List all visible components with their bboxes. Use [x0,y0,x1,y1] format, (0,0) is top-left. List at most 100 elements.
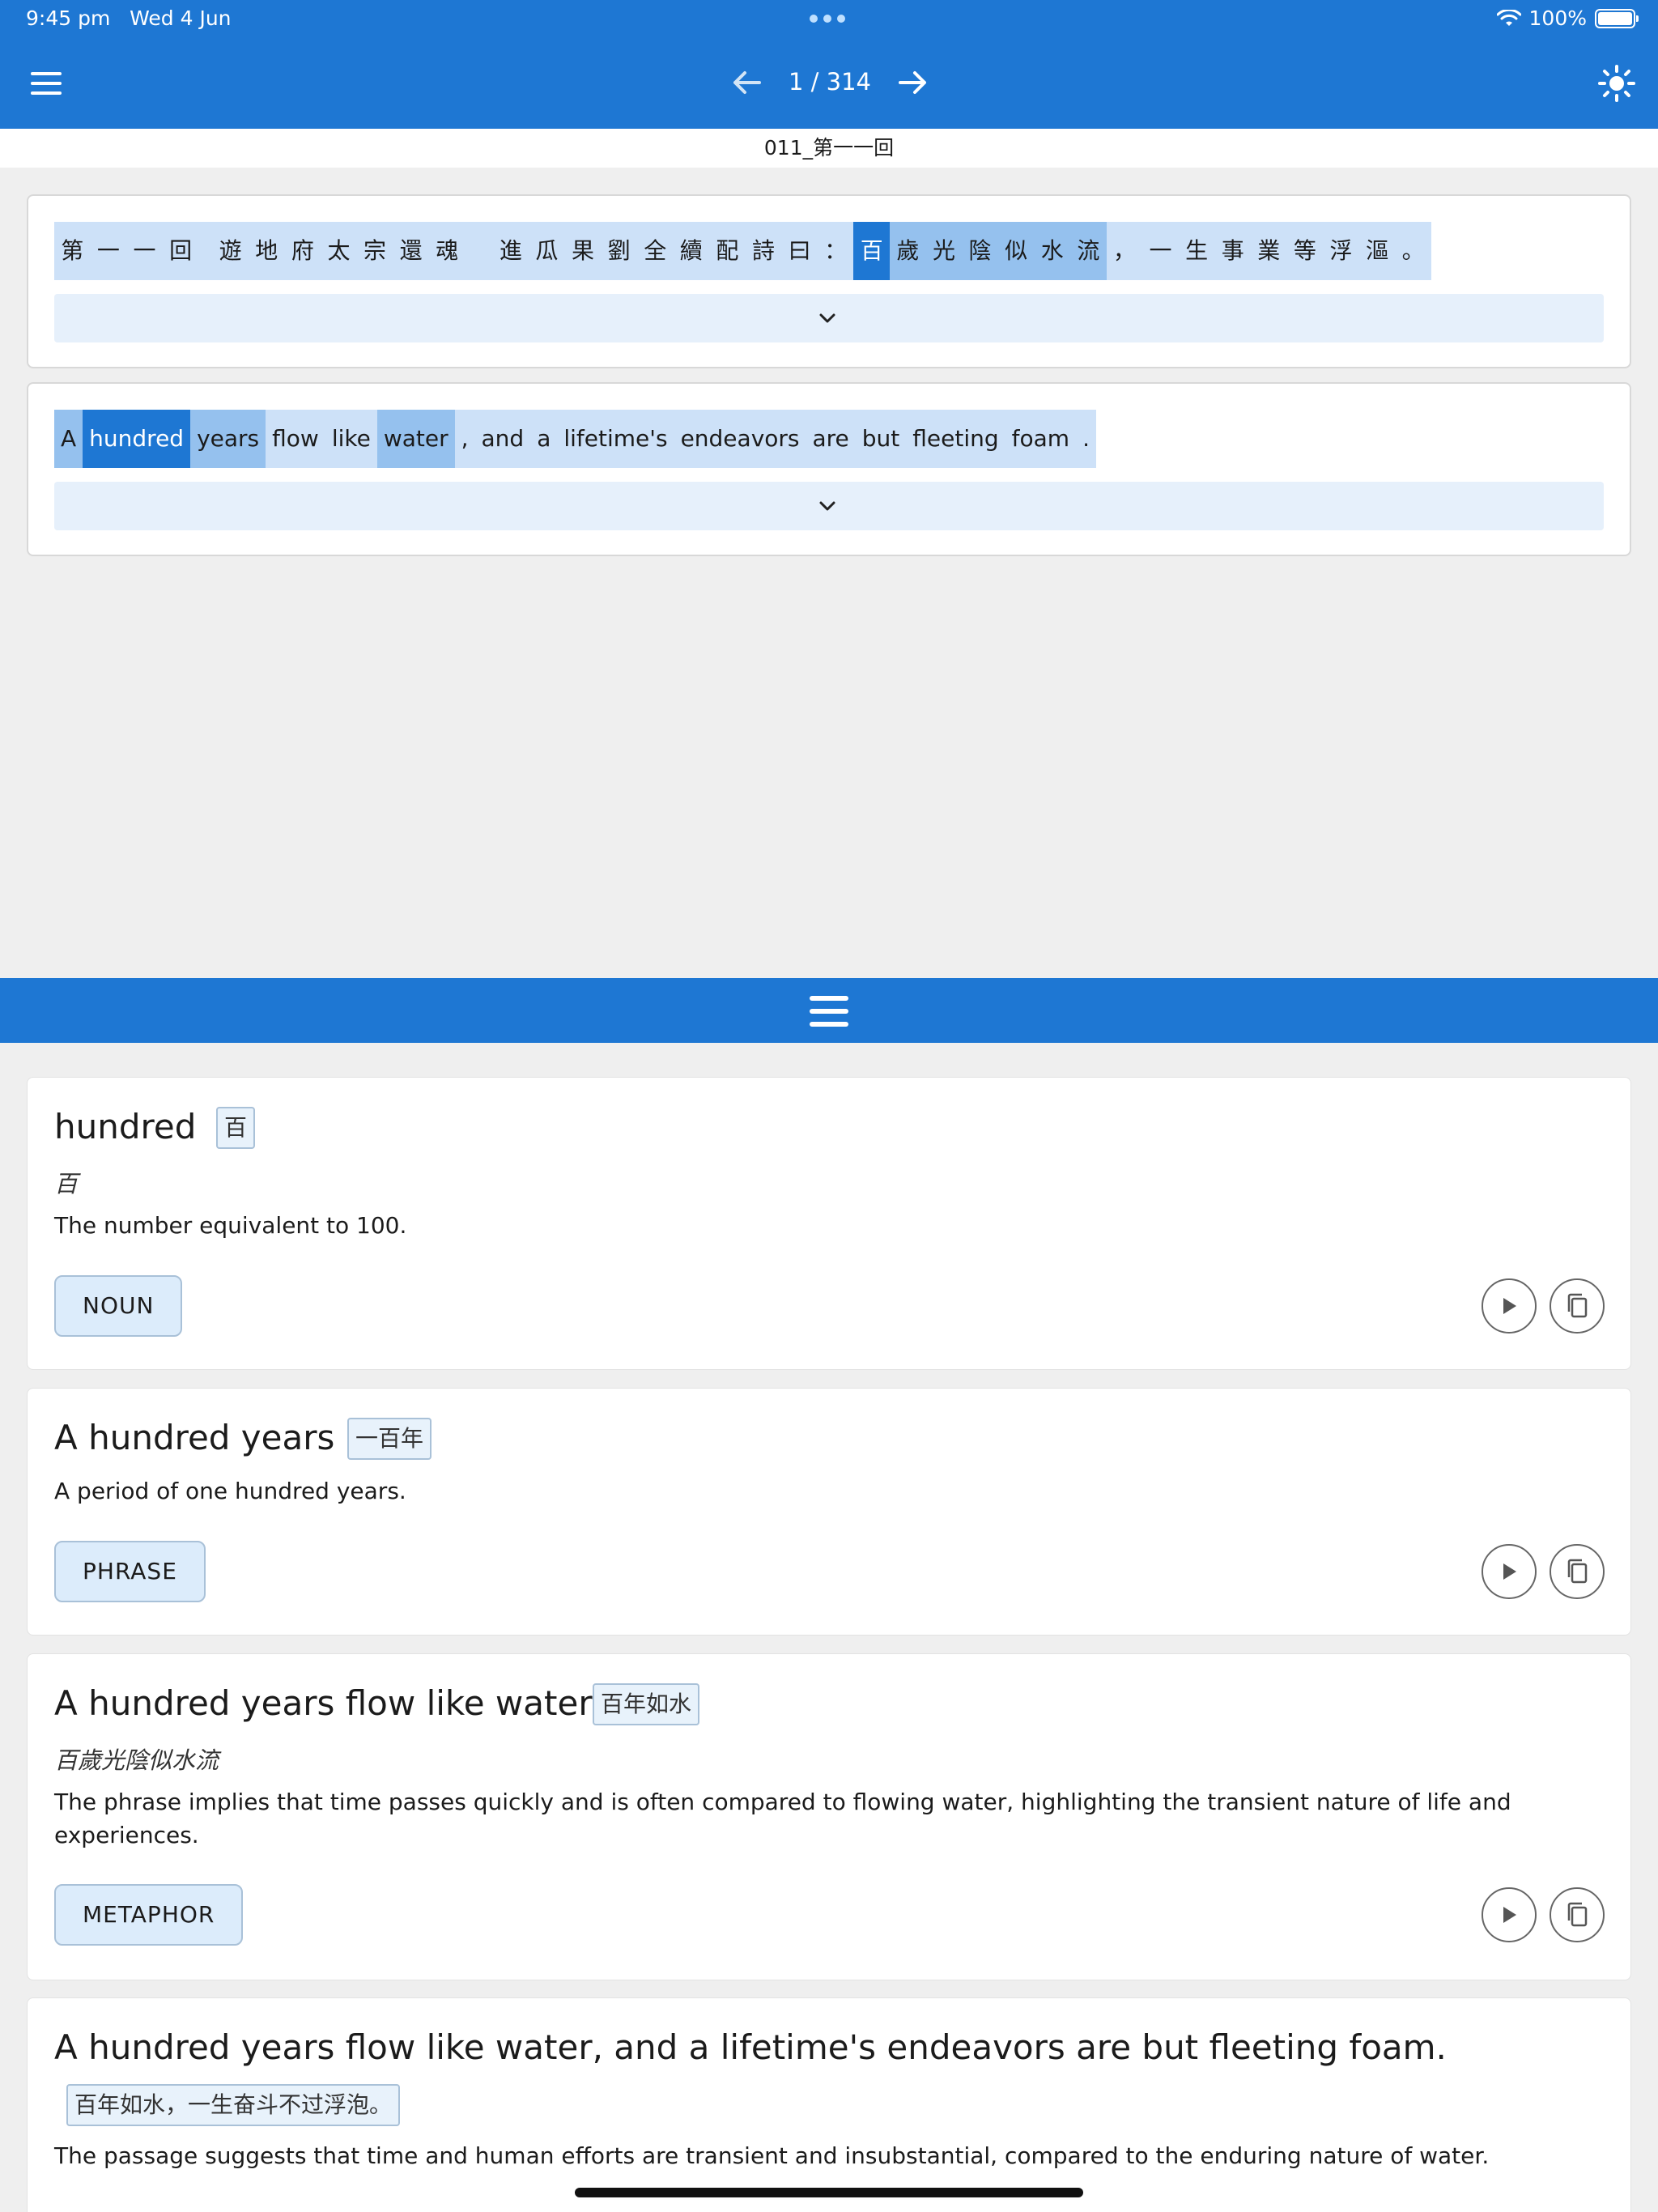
chinese-token[interactable]: 事 [1214,222,1251,280]
chinese-token[interactable]: ， [1106,222,1143,280]
chinese-token[interactable]: 劉 [601,222,637,280]
chinese-token[interactable]: 生 [1178,222,1215,280]
play-button[interactable] [1482,1887,1537,1942]
home-indicator[interactable] [575,2188,1083,2197]
english-token[interactable]: endeavors [674,410,806,468]
chinese-badge: 百 [216,1107,256,1149]
top-bar: 9:45 pm Wed 4 Jun 100% 1 / 314 [0,0,1658,129]
english-token[interactable]: are [806,410,856,468]
english-token[interactable]: hundred [83,410,191,468]
english-token[interactable]: A [54,410,83,468]
definition-text: The phrase implies that time passes quic… [54,1789,1511,1848]
chinese-token[interactable]: 第 [54,222,91,280]
chinese-token[interactable]: 光 [925,222,963,280]
english-token[interactable]: flow [266,410,325,468]
chinese-token[interactable]: 陰 [962,222,998,280]
chinese-token[interactable]: 果 [564,222,602,280]
copy-button[interactable] [1550,1278,1605,1334]
chinese-token[interactable]: 太 [321,222,357,280]
definition-card: hundred 百 百 The number equivalent to 100… [27,1077,1631,1370]
panel-divider[interactable] [0,978,1658,1043]
definition-card: A hundred years flow like water, and a l… [27,1997,1631,2212]
english-token[interactable]: a [530,410,558,468]
definition-text: A period of one hundred years. [54,1478,406,1504]
chinese-token[interactable]: 流 [1070,222,1107,280]
drag-handle-icon[interactable] [810,996,848,1027]
chinese-token[interactable]: 歲 [890,222,926,280]
definition-term: A hundred years flow like water, and a l… [54,2027,1447,2067]
chinese-expand-button[interactable] [54,294,1604,342]
definition-text: The number equivalent to 100. [54,1212,407,1239]
chinese-token[interactable]: 還 [393,222,429,280]
chinese-token[interactable]: 一 [126,222,163,280]
part-of-speech-badge: NOUN [54,1275,183,1337]
chinese-badge: 百年如水 [593,1683,700,1725]
definition-term: hundred [54,1107,197,1146]
page-counter: 1 / 314 [788,68,871,96]
chinese-token[interactable]: 百 [853,222,891,280]
chinese-token[interactable]: 府 [284,222,321,280]
chinese-token[interactable]: 一 [90,222,127,280]
chinese-token[interactable]: 續 [673,222,710,280]
chevron-down-icon [819,501,835,511]
chinese-token[interactable]: 魂 [428,222,466,280]
english-token[interactable]: lifetime's [557,410,674,468]
chinese-token[interactable]: 回 [162,222,199,280]
english-token[interactable]: fleeting [906,410,1005,468]
chinese-token[interactable]: 浮 [1323,222,1359,280]
copy-button[interactable] [1550,1887,1605,1942]
chinese-token[interactable]: 遊 [212,222,249,280]
menu-icon[interactable] [31,72,62,95]
chinese-token[interactable]: 宗 [356,222,393,280]
chinese-token[interactable]: 曰 [781,222,818,280]
chinese-token[interactable]: 業 [1251,222,1287,280]
chinese-token[interactable]: 似 [997,222,1035,280]
copy-icon [1567,1559,1588,1584]
english-token[interactable]: foam [1005,410,1077,468]
chinese-token[interactable]: 地 [248,222,285,280]
definition-text: The passage suggests that time and human… [54,2142,1490,2169]
chinese-token[interactable]: 漚 [1358,222,1396,280]
definition-card: A hundred years 一百年 A period of one hund… [27,1388,1631,1636]
chinese-badge: 一百年 [347,1418,432,1460]
chinese-sentence-card: 第一一回 遊地府太宗還魂 進瓜果劉全續配詩曰：百歲光陰似水流，一生事業等浮漚。 [27,194,1631,368]
arrow-left-icon[interactable] [729,65,764,100]
english-token[interactable]: years [190,410,266,468]
english-token[interactable]: but [855,410,907,468]
original-text: 百 [54,1170,79,1197]
definition-card: A hundred years flow like water 百年如水 百歲光… [27,1653,1631,1980]
status-indicators: 100% [1496,6,1639,30]
sun-icon[interactable] [1598,65,1635,102]
chinese-token[interactable]: 一 [1142,222,1179,280]
english-token[interactable]: , [454,410,475,468]
play-button[interactable] [1482,1544,1537,1599]
chinese-token-row: 第一一回 遊地府太宗還魂 進瓜果劉全續配詩曰：百歲光陰似水流，一生事業等浮漚。 [54,222,1431,280]
english-token[interactable]: water [376,410,455,468]
chapter-title: 011_第一一回 [0,129,1658,168]
battery-percent: 100% [1528,6,1587,30]
chinese-token[interactable]: 瓜 [529,222,565,280]
play-button[interactable] [1482,1278,1537,1334]
multitasking-dots-icon[interactable] [810,15,845,23]
english-token[interactable]: like [325,410,377,468]
token-space [198,222,213,280]
chinese-badge: 百年如水，一生奋斗不过浮泡。 [66,2084,401,2126]
chinese-token[interactable]: 進 [492,222,529,280]
wifi-icon [1496,9,1521,26]
part-of-speech-badge: PHRASE [54,1541,206,1602]
chinese-token[interactable]: ： [817,222,854,280]
copy-button[interactable] [1550,1544,1605,1599]
definition-term: A hundred years flow like water [54,1683,593,1723]
chinese-token[interactable]: 等 [1286,222,1324,280]
chinese-token[interactable]: 配 [709,222,746,280]
english-sentence-card: Ahundred years flow like water, and a lifetime'… [27,382,1631,556]
english-token[interactable]: . [1076,410,1096,468]
arrow-right-icon[interactable] [895,65,931,100]
chinese-token[interactable]: 。 [1395,222,1431,280]
chinese-token[interactable]: 全 [636,222,674,280]
chinese-token[interactable]: 水 [1034,222,1071,280]
english-token[interactable]: and [474,410,531,468]
chinese-token[interactable]: 詩 [745,222,782,280]
english-expand-button[interactable] [54,482,1604,530]
status-time: 9:45 pm Wed 4 Jun [26,6,232,30]
